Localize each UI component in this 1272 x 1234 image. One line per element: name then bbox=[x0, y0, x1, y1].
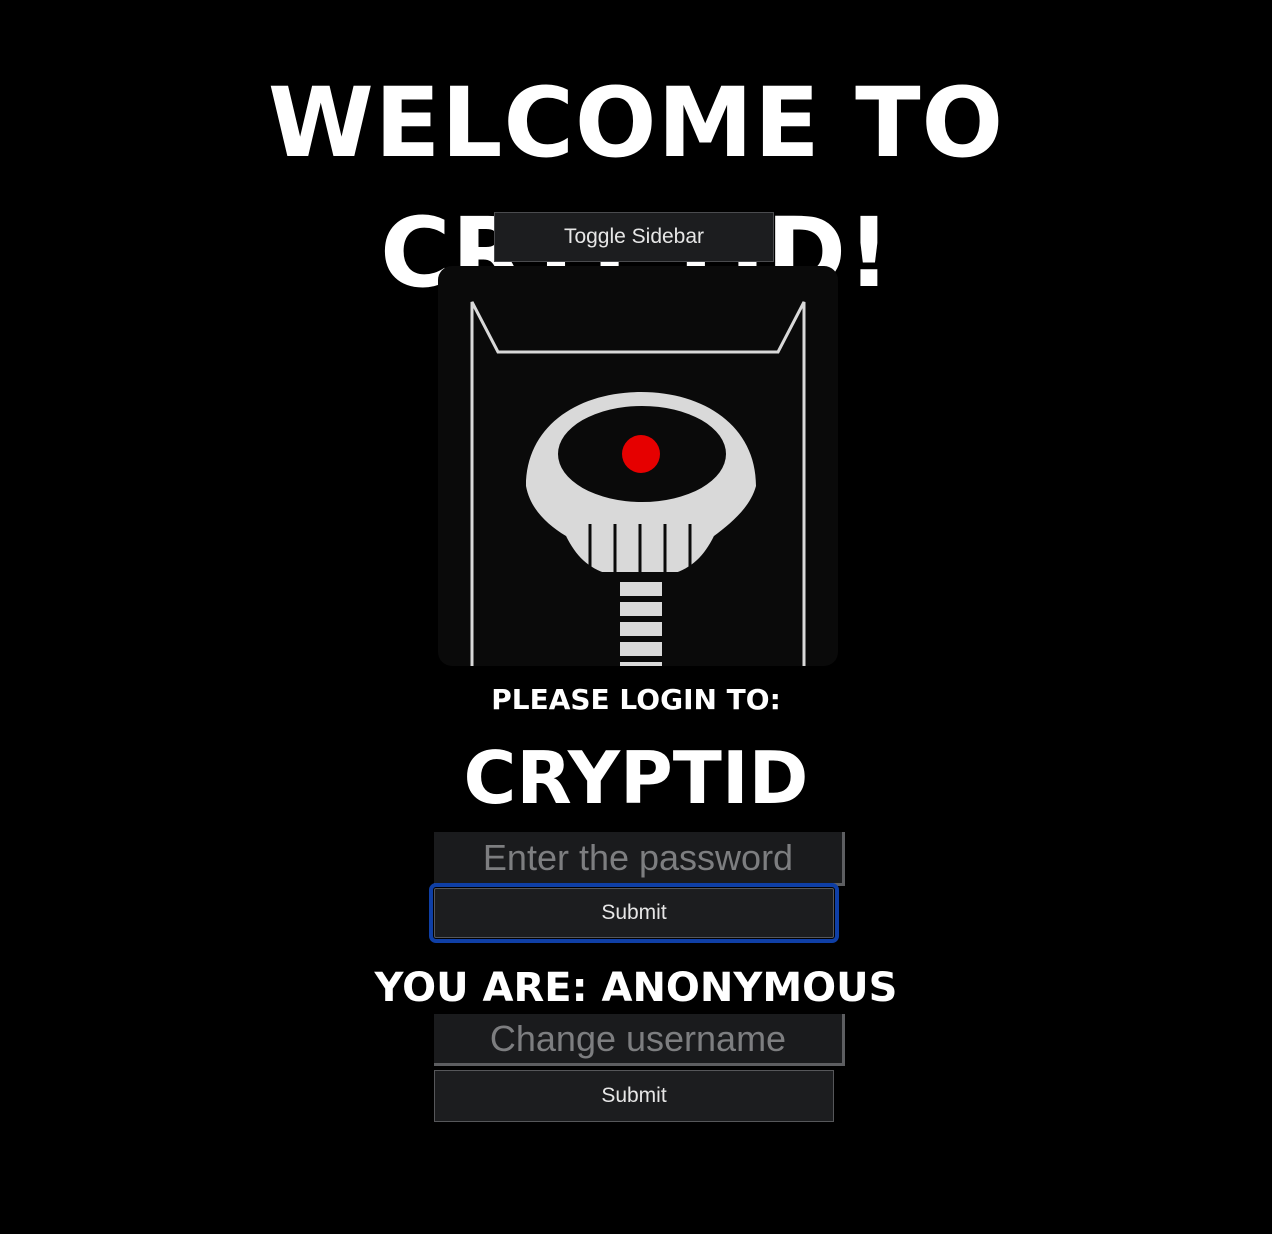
login-target-name: CRYPTID bbox=[463, 736, 809, 820]
password-submit-button[interactable]: Submit bbox=[429, 883, 839, 943]
toggle-sidebar-button[interactable]: Toggle Sidebar bbox=[494, 212, 774, 262]
cryptid-logo bbox=[438, 266, 838, 666]
username-submit-button[interactable]: Submit bbox=[434, 1070, 834, 1122]
password-input[interactable] bbox=[434, 832, 845, 886]
login-prompt: PLEASE LOGIN TO: bbox=[491, 683, 781, 716]
user-status: YOU ARE: ANONYMOUS bbox=[374, 965, 898, 1011]
cryptid-skull-logo-icon bbox=[470, 301, 806, 666]
username-input[interactable] bbox=[434, 1014, 845, 1066]
